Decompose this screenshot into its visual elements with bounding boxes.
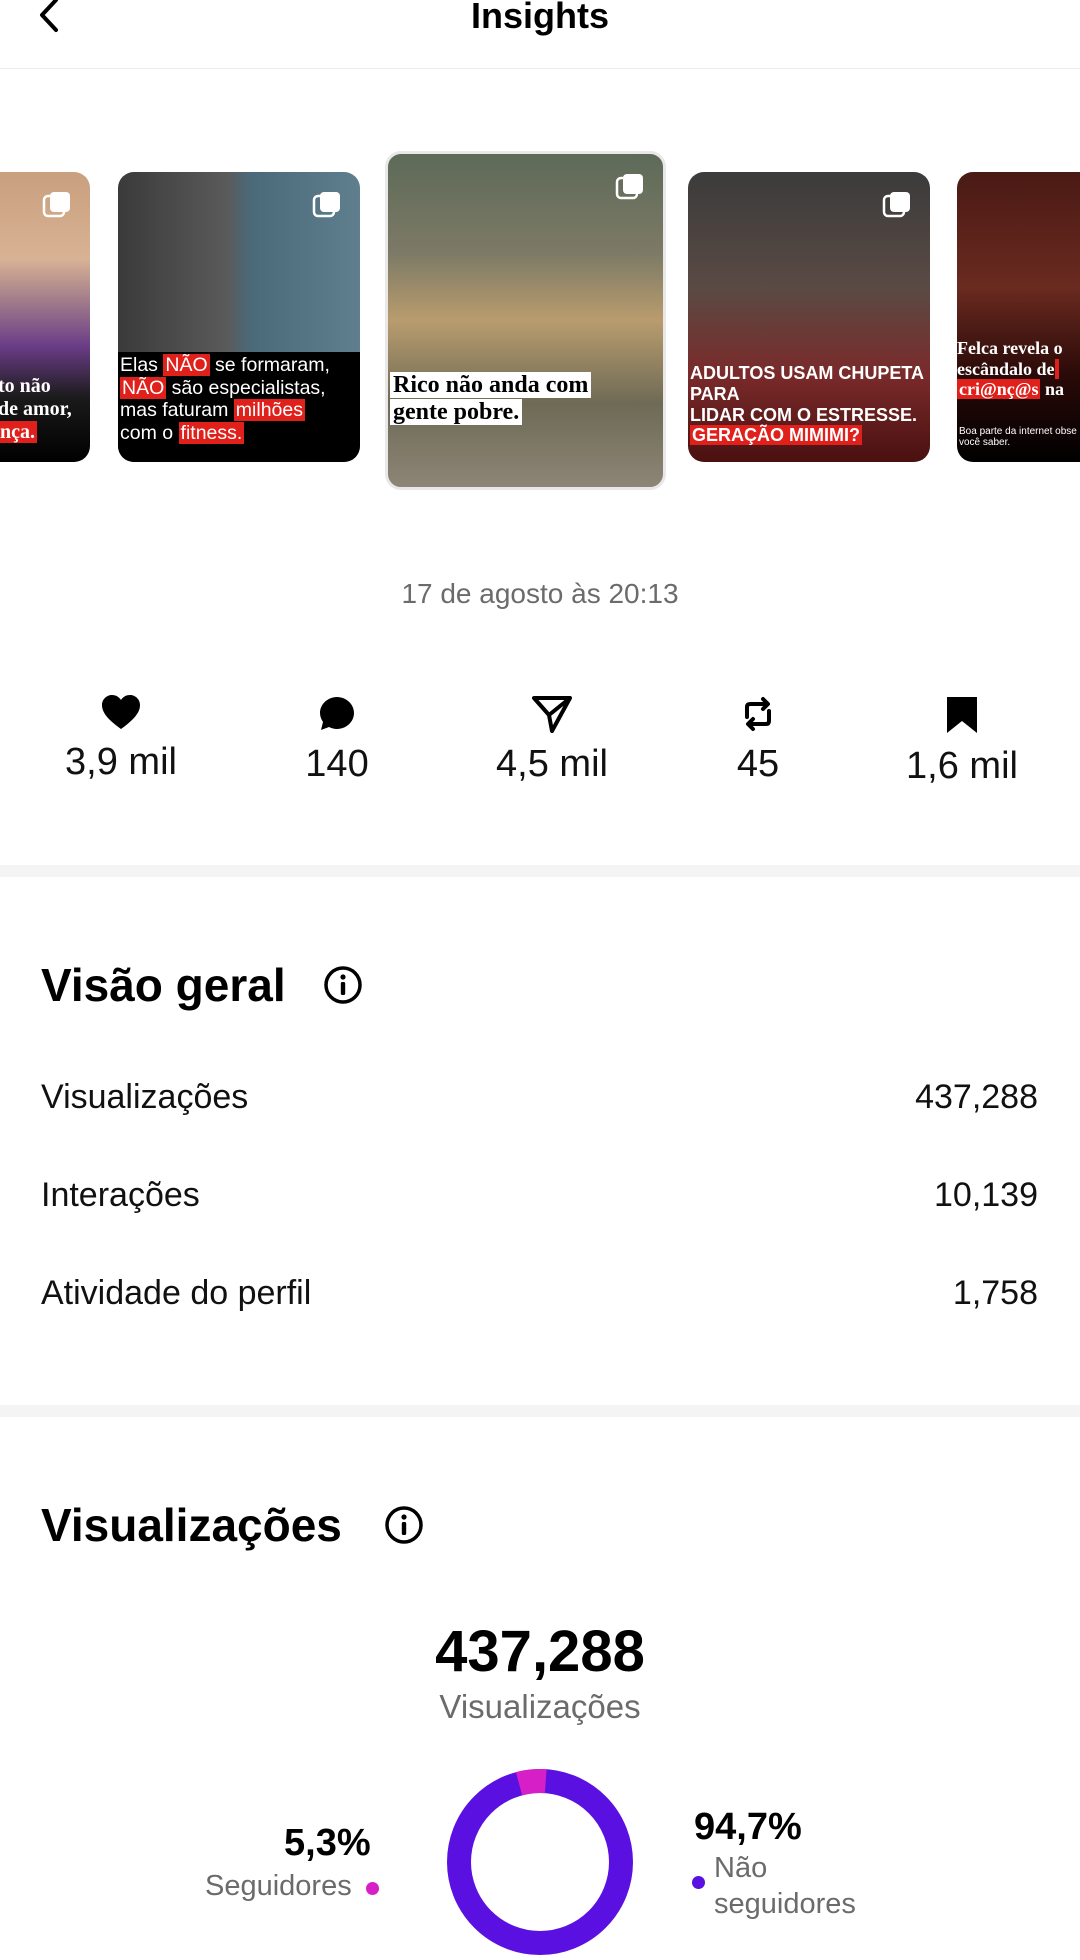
shares-count: 4,5 mil — [496, 743, 608, 785]
repost-icon — [745, 697, 771, 731]
caption-text: LIDAR COM O ESTRESSE. — [690, 404, 918, 425]
followers-label: Seguidores — [205, 1870, 352, 1902]
caption-text: Felca revela o — [957, 337, 1063, 358]
carousel-subcaption: Boa parte da internet obse você saber. — [959, 426, 1077, 448]
caption-text: de amor, — [0, 398, 72, 420]
caption-highlight: milhões — [233, 399, 305, 422]
followers-pct: 5,3% — [284, 1822, 371, 1864]
carousel-caption: ADULTOS USAM CHUPETA PARA LIDAR COM O EST… — [688, 363, 930, 446]
overview-label: Visualizações — [41, 1078, 249, 1116]
carousel-item[interactable]: ADULTOS USAM CHUPETA PARA LIDAR COM O EST… — [688, 172, 930, 462]
reposts-count: 45 — [736, 743, 780, 785]
comments-metric: 140 — [247, 695, 427, 786]
saves-metric: 1,6 mil — [872, 695, 1052, 788]
caption-text: na — [1040, 379, 1064, 400]
overview-value: 437,288 — [915, 1078, 1038, 1116]
caption-highlight: GERAÇÃO MIMIMI? — [690, 425, 862, 446]
caption-text: gente pobre. — [390, 399, 523, 426]
views-total-label: Visualizações — [439, 1688, 641, 1725]
info-icon[interactable] — [323, 965, 363, 1005]
share-icon — [532, 696, 572, 733]
overview-title: Visão geral — [41, 959, 286, 1011]
non-followers-dot — [692, 1876, 705, 1889]
caption-highlight: cri@nç@s — [957, 379, 1041, 400]
likes-count: 3,9 mil — [65, 741, 177, 783]
caption-highlight — [1054, 358, 1059, 379]
comment-icon — [320, 697, 354, 730]
carousel-item[interactable]: Elas NÃO se formaram, NÃO são especialist… — [118, 172, 360, 462]
caption-text: escândalo de — [957, 358, 1055, 379]
page-title: Insights — [470, 0, 609, 36]
post-date: 17 de agosto às 20:13 — [401, 578, 679, 609]
carousel-caption: to não de amor, nça. — [0, 375, 90, 444]
caption-highlight: nça. — [0, 421, 37, 443]
caption-text: Rico não anda com — [390, 371, 592, 398]
carousel-multi-icon — [882, 192, 910, 218]
carousel-item[interactable]: Felca revela o escândalo de cri@nç@s na B… — [957, 172, 1080, 462]
reposts-metric: 45 — [668, 695, 848, 786]
overview-label: Atividade do perfil — [41, 1274, 312, 1312]
views-total: 437,288 — [435, 1619, 645, 1684]
caption-highlight: NÃO — [120, 376, 167, 399]
non-followers-legend: Não seguidores — [692, 1850, 892, 1922]
overview-value: 1,758 — [952, 1274, 1038, 1312]
carousel-multi-icon — [312, 192, 340, 218]
bookmark-icon — [947, 697, 977, 733]
caption-highlight: NÃO — [163, 354, 210, 377]
views-donut-chart — [447, 1769, 633, 1955]
saves-count: 1,6 mil — [906, 745, 1018, 787]
header: Insights — [0, 0, 1080, 69]
info-icon[interactable] — [384, 1505, 424, 1545]
donut-segment-followers — [447, 1769, 633, 1955]
followers-dot — [365, 1882, 379, 1895]
caption-text: to não — [0, 375, 51, 397]
donut-segment-non-followers — [447, 1769, 633, 1955]
caption-text: ADULTOS USAM CHUPETA PARA — [690, 363, 924, 404]
post-carousel[interactable]: to não de amor, nça. Elas NÃO se formaram,… — [0, 68, 1080, 538]
carousel-caption: Felca revela o escândalo de cri@nç@s na — [957, 338, 1080, 400]
overview-value: 10,139 — [934, 1176, 1038, 1214]
views-title: Visualizações — [41, 1499, 342, 1551]
caption-text: se formaram, — [209, 354, 330, 377]
section-divider — [0, 865, 1080, 877]
carousel-multi-icon — [615, 174, 643, 200]
carousel-multi-icon — [42, 192, 70, 218]
comments-count: 140 — [305, 743, 369, 785]
carousel-caption: Elas NÃO se formaram, NÃO são especialist… — [118, 354, 360, 444]
caption-highlight: fitness. — [178, 421, 245, 444]
caption-text: com o — [120, 421, 179, 444]
non-followers-pct: 94,7% — [694, 1806, 802, 1848]
carousel-item[interactable]: to não de amor, nça. — [0, 172, 90, 462]
carousel-caption: Rico não anda com gente pobre. — [388, 371, 663, 427]
section-divider — [0, 1405, 1080, 1417]
caption-text: Elas — [120, 354, 164, 377]
likes-metric: 3,9 mil — [31, 695, 211, 784]
caption-text: mas faturam — [120, 399, 234, 422]
non-followers-label: Não seguidores — [714, 1852, 856, 1920]
overview-label: Interações — [41, 1176, 200, 1214]
shares-metric: 4,5 mil — [462, 695, 642, 786]
heart-icon — [102, 695, 140, 729]
caption-text: são especialistas, — [166, 376, 326, 399]
carousel-item-selected[interactable]: Rico não anda com gente pobre. — [385, 151, 666, 490]
followers-legend: Seguidores — [205, 1868, 379, 1904]
